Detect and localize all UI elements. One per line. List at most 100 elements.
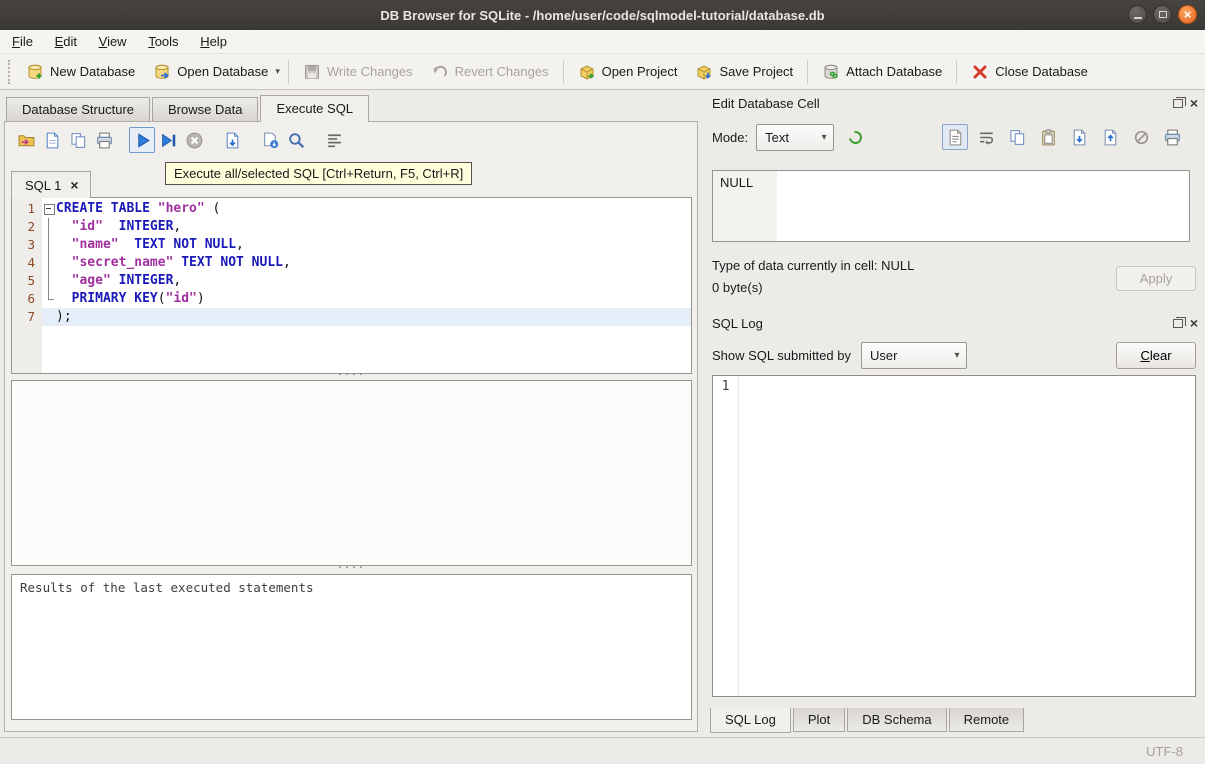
maximize-button[interactable] bbox=[1153, 5, 1172, 24]
sql-editor-gutter: 1234567 bbox=[12, 198, 42, 373]
sql-log-dock-header: SQL Log × bbox=[702, 313, 1205, 333]
print-cell-button[interactable] bbox=[1159, 124, 1185, 150]
log-filter-row: Show SQL submitted by User ▾ bbox=[712, 342, 967, 369]
sql-document-tab[interactable]: SQL 1 × bbox=[11, 171, 91, 198]
splitter-handle-editor[interactable]: ···· bbox=[11, 366, 692, 381]
clear-button-label: Clear bbox=[1140, 348, 1172, 363]
window-controls: × bbox=[1128, 5, 1197, 24]
left-panel: Database Structure Browse Data Execute S… bbox=[0, 90, 702, 737]
close-window-button[interactable]: × bbox=[1178, 5, 1197, 24]
text-mode-button[interactable] bbox=[942, 124, 968, 150]
copy-cell-button[interactable] bbox=[1004, 124, 1030, 150]
open-database-button[interactable]: Open Database bbox=[144, 59, 277, 85]
find-replace-icon bbox=[288, 132, 304, 148]
content: Database Structure Browse Data Execute S… bbox=[0, 90, 1205, 737]
sql-log-area[interactable]: 1 bbox=[712, 375, 1196, 697]
fold-marker-icon[interactable] bbox=[42, 200, 56, 218]
word-wrap-button[interactable] bbox=[973, 124, 999, 150]
results-grid[interactable] bbox=[11, 380, 692, 566]
fold-marker-icon bbox=[42, 218, 56, 236]
save-sql-file-button[interactable] bbox=[39, 127, 65, 153]
write-changes-button[interactable]: Write Changes bbox=[294, 59, 422, 85]
titlebar[interactable]: DB Browser for SQLite - /home/user/code/… bbox=[0, 0, 1205, 30]
close-database-button[interactable]: Close Database bbox=[962, 59, 1097, 85]
auto-update-button[interactable] bbox=[842, 124, 868, 150]
import-cell-button[interactable] bbox=[1066, 124, 1092, 150]
attach-database-button[interactable]: Attach Database bbox=[813, 59, 951, 85]
tab-plot[interactable]: Plot bbox=[792, 708, 846, 732]
splitter-handle-results[interactable]: ···· bbox=[11, 559, 692, 574]
execute-all-button[interactable] bbox=[129, 127, 155, 153]
revert-changes-button[interactable]: Revert Changes bbox=[422, 59, 558, 85]
cell-type-info: Type of data currently in cell: NULL bbox=[712, 258, 915, 273]
close-database-label: Close Database bbox=[995, 64, 1088, 79]
open-sql-file-button[interactable] bbox=[13, 127, 39, 153]
attach-database-icon bbox=[822, 63, 840, 81]
open-project-button[interactable]: Open Project bbox=[569, 59, 687, 85]
export-results-icon bbox=[263, 132, 278, 148]
find-replace-button[interactable] bbox=[283, 127, 309, 153]
save-sql-as-button[interactable] bbox=[65, 127, 91, 153]
tab-execute-sql[interactable]: Execute SQL bbox=[260, 95, 370, 122]
mode-select[interactable]: Text ▾ bbox=[756, 123, 835, 151]
clear-button[interactable]: Clear bbox=[1116, 342, 1196, 369]
log-filter-select[interactable]: User ▾ bbox=[860, 342, 967, 369]
tab-browse-data[interactable]: Browse Data bbox=[152, 97, 259, 122]
close-database-icon bbox=[971, 63, 989, 81]
execute-current-line-icon bbox=[161, 133, 175, 147]
menu-file[interactable]: File bbox=[3, 30, 42, 53]
float-dock-icon[interactable] bbox=[1172, 316, 1186, 328]
fold-marker-icon bbox=[42, 290, 56, 308]
stop-execution-icon bbox=[186, 132, 202, 148]
tab-db-schema[interactable]: DB Schema bbox=[847, 708, 947, 732]
close-dock-icon[interactable]: × bbox=[1190, 96, 1198, 110]
minimize-button[interactable] bbox=[1128, 5, 1147, 24]
print-cell-icon bbox=[1164, 129, 1180, 145]
open-database-dropdown-icon[interactable]: ▾ bbox=[272, 61, 283, 82]
toolbar-handle[interactable] bbox=[8, 59, 12, 84]
close-sql-tab-icon[interactable]: × bbox=[70, 178, 78, 192]
close-dock-icon[interactable]: × bbox=[1190, 316, 1198, 330]
export-cell-button[interactable] bbox=[1097, 124, 1123, 150]
menu-tools[interactable]: Tools bbox=[139, 30, 187, 53]
cell-editor[interactable]: NULL bbox=[712, 170, 1190, 242]
execute-current-line-button[interactable] bbox=[155, 127, 181, 153]
format-sql-icon bbox=[327, 133, 341, 147]
apply-button[interactable]: Apply bbox=[1116, 266, 1196, 291]
cell-value: NULL bbox=[720, 175, 754, 190]
new-database-button[interactable]: New Database bbox=[17, 59, 144, 85]
stop-execution-button[interactable] bbox=[181, 127, 207, 153]
format-sql-button[interactable] bbox=[321, 127, 347, 153]
menu-help[interactable]: Help bbox=[191, 30, 236, 53]
set-null-button[interactable] bbox=[1128, 124, 1154, 150]
text-mode-icon bbox=[949, 129, 961, 145]
new-database-icon bbox=[26, 63, 44, 81]
paste-cell-button[interactable] bbox=[1035, 124, 1061, 150]
open-database-icon bbox=[153, 63, 171, 81]
export-cell-icon bbox=[1104, 129, 1116, 145]
save-results-button[interactable] bbox=[219, 127, 245, 153]
encoding-label: UTF-8 bbox=[1146, 743, 1183, 759]
menu-view[interactable]: View bbox=[90, 30, 136, 53]
export-results-button[interactable] bbox=[257, 127, 283, 153]
open-database-label: Open Database bbox=[177, 64, 269, 79]
sql-editor[interactable]: 1234567 CREATE TABLE "hero" ( "id" INTEG… bbox=[11, 197, 692, 374]
print-sql-button[interactable] bbox=[91, 127, 117, 153]
revert-changes-icon bbox=[431, 63, 449, 81]
results-log[interactable]: Results of the last executed statements bbox=[11, 574, 692, 720]
sql-log-title: SQL Log bbox=[712, 315, 763, 331]
print-sql-icon bbox=[96, 132, 112, 148]
menu-edit[interactable]: Edit bbox=[46, 30, 86, 53]
open-project-icon bbox=[578, 63, 596, 81]
tab-sql-log[interactable]: SQL Log bbox=[710, 708, 791, 733]
fold-marker-icon bbox=[42, 254, 56, 272]
write-changes-label: Write Changes bbox=[326, 64, 413, 79]
maximize-icon bbox=[1158, 11, 1167, 18]
log-filter-value: User bbox=[869, 348, 898, 363]
tab-database-structure[interactable]: Database Structure bbox=[6, 97, 151, 122]
float-dock-icon[interactable] bbox=[1172, 96, 1186, 108]
mode-select-value: Text bbox=[765, 129, 789, 145]
tab-remote[interactable]: Remote bbox=[948, 708, 1025, 732]
save-project-button[interactable]: Save Project bbox=[686, 59, 802, 85]
toolbar-separator bbox=[562, 59, 564, 84]
